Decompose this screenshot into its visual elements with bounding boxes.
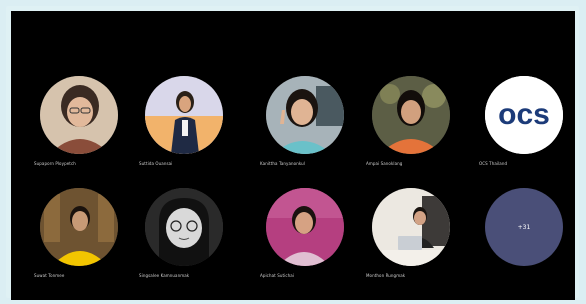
participant-tile[interactable]: Kanittha Tanyanonkul (254, 76, 354, 186)
participant-tile[interactable]: Supaporn Ploypetch (28, 76, 128, 186)
participant-name: Ampai Sanoklang (366, 161, 403, 166)
participant-avatar (266, 188, 344, 266)
video-grid: Supaporn Ploypetch Suttida Ouansai Kanit… (11, 11, 575, 300)
participant-avatar (266, 76, 344, 154)
more-participants-tile[interactable]: +31 (473, 188, 573, 298)
participant-avatar (372, 188, 450, 266)
participant-tile[interactable]: Ampai Sanoklang (360, 76, 460, 186)
svg-text:ocs: ocs (498, 98, 550, 131)
participant-name: Kanittha Tanyanonkul (260, 161, 305, 166)
participant-name: Monthon Rungmak (366, 273, 406, 278)
participant-tile[interactable]: Suwat Tonmee (28, 188, 128, 298)
participant-name: Supaporn Ploypetch (34, 161, 76, 166)
ocs-logo: ocs (485, 76, 563, 154)
participant-tile[interactable]: Apichat Sutichai (254, 188, 354, 298)
participant-avatar (40, 76, 118, 154)
participant-avatar (145, 76, 223, 154)
more-participants-button[interactable]: +31 (485, 188, 563, 266)
participant-avatar (145, 188, 223, 266)
participant-avatar (40, 188, 118, 266)
participant-name: Singsalee Kamnuanmak (139, 273, 190, 278)
participant-tile[interactable]: Monthon Rungmak (360, 188, 460, 298)
participant-tile[interactable]: Singsalee Kamnuanmak (133, 188, 233, 298)
participant-name: OCS Thailand (479, 161, 508, 166)
participant-tile[interactable]: Suttida Ouansai (133, 76, 233, 186)
participant-name: Apichat Sutichai (260, 273, 295, 278)
participant-avatar (372, 76, 450, 154)
participant-name: Suttida Ouansai (139, 161, 173, 166)
participant-name: Suwat Tonmee (34, 273, 65, 278)
participant-tile[interactable]: ocs OCS Thailand (473, 76, 573, 186)
